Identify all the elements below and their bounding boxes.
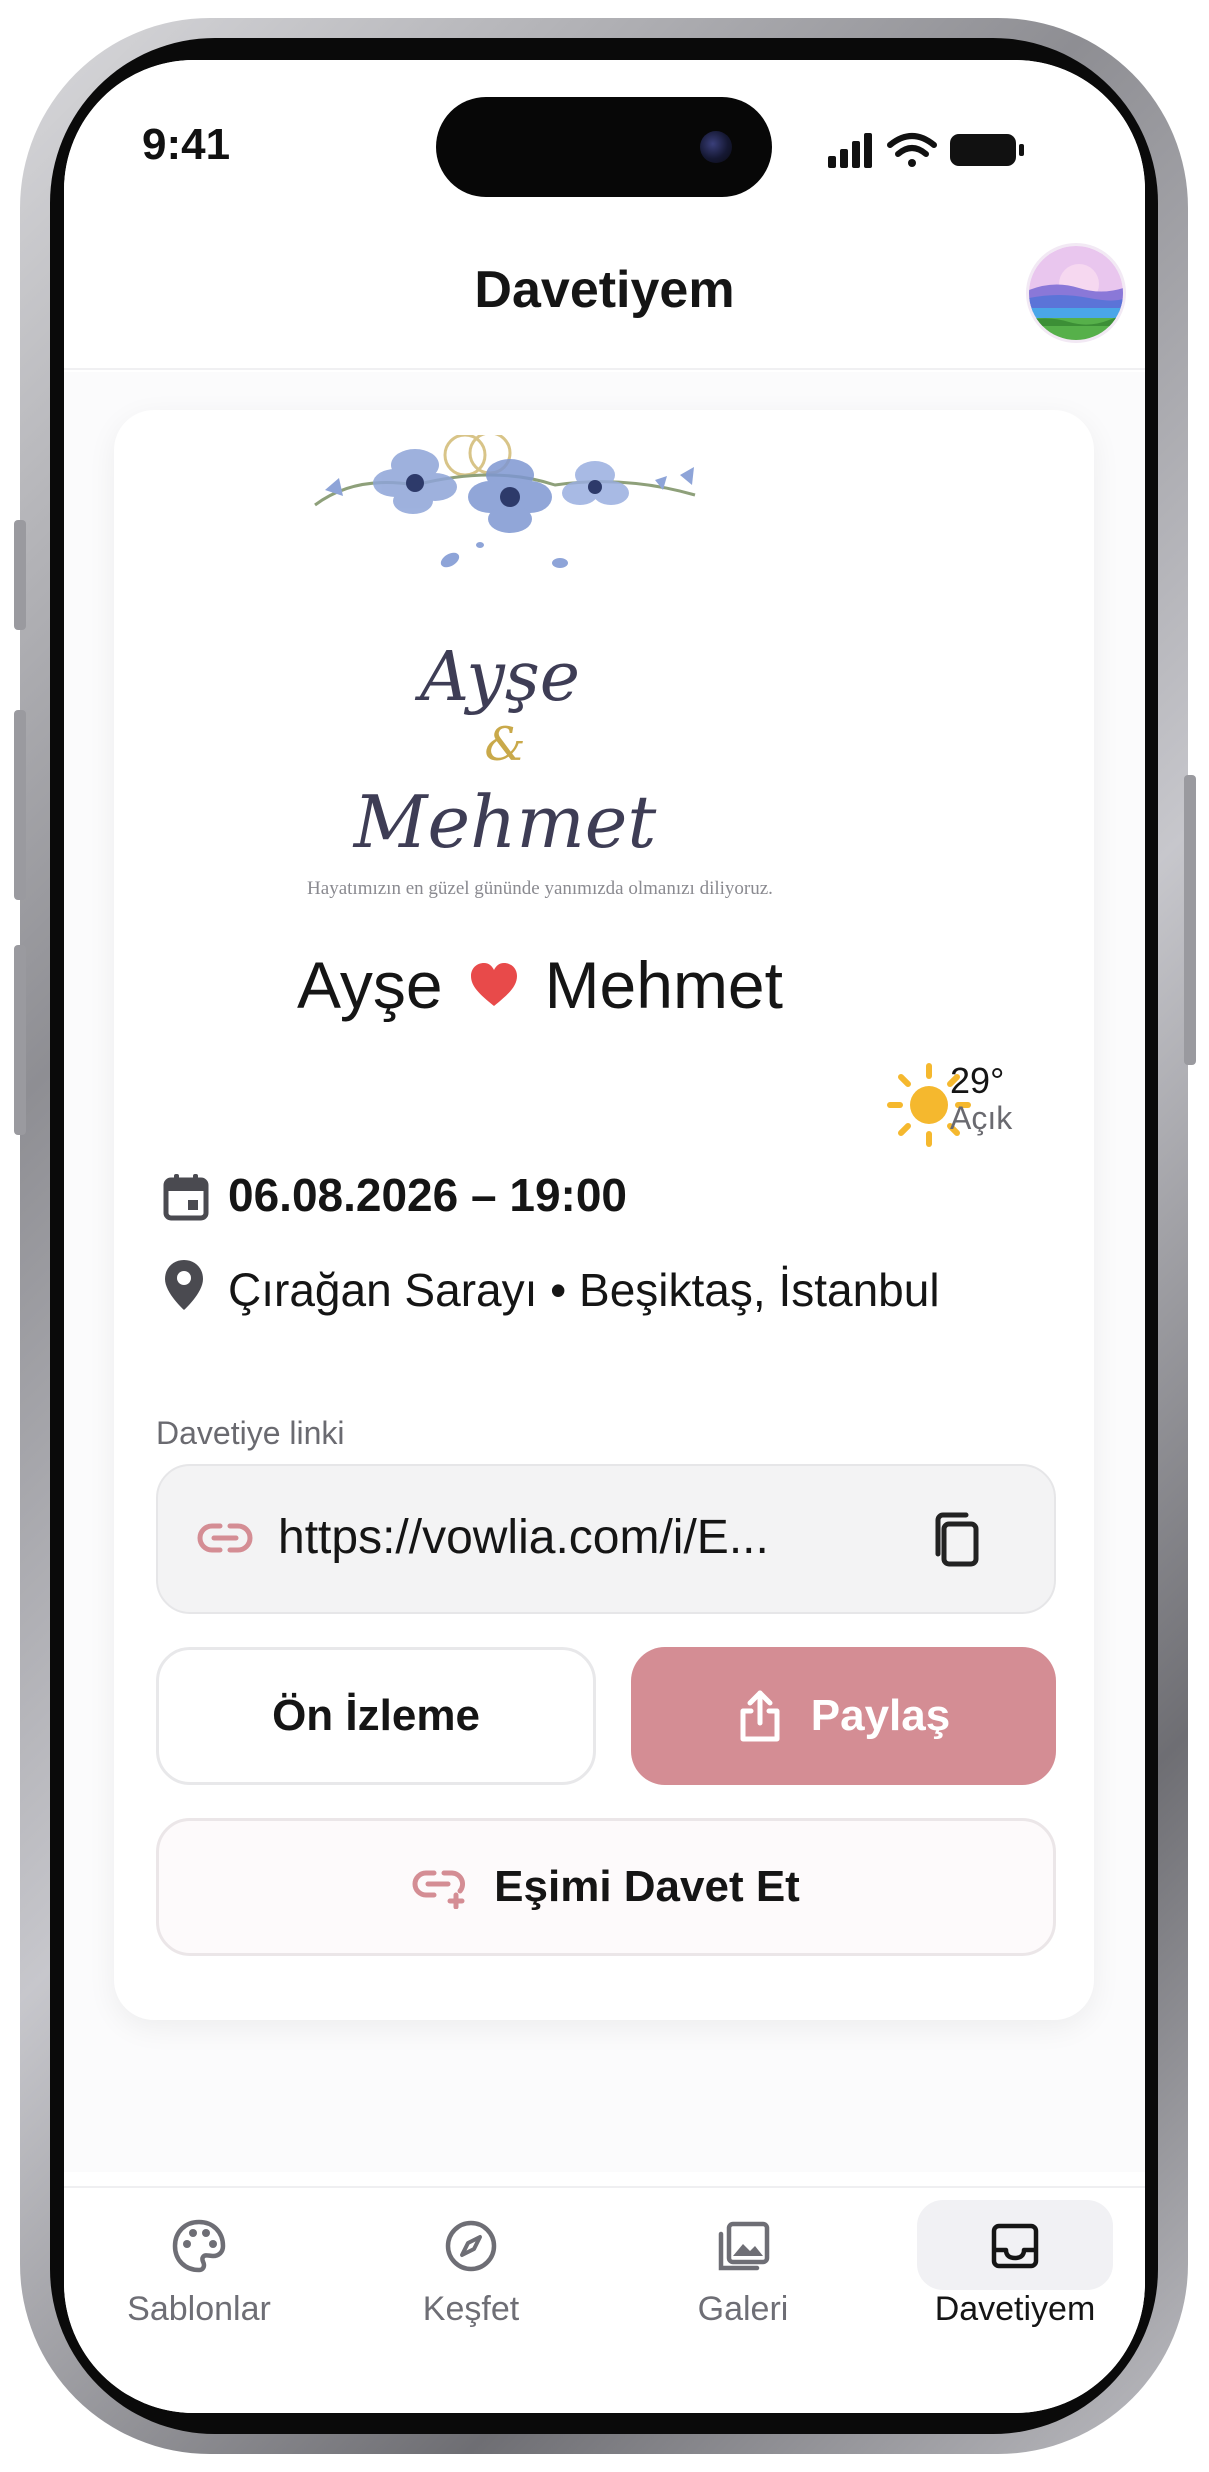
battery-icon bbox=[950, 134, 1024, 166]
gallery-icon bbox=[718, 2221, 770, 2271]
status-time: 9:41 bbox=[142, 120, 231, 169]
link-icon bbox=[197, 1523, 253, 1553]
palette-icon bbox=[172, 2219, 226, 2273]
invitation-tagline: Hayatımızın en güzel gününde yanımızda o… bbox=[307, 878, 773, 899]
couple-second-name: Mehmet bbox=[544, 948, 783, 1022]
invitation-bride-name: Ayşe bbox=[414, 638, 580, 717]
floral-decoration-icon bbox=[314, 435, 696, 568]
copy-icon[interactable] bbox=[930, 1512, 980, 1568]
invitation-artwork: Ayşe & Mehmet bbox=[314, 435, 696, 864]
camera-lens bbox=[700, 131, 732, 163]
weather-condition: Açık bbox=[950, 1100, 1013, 1136]
tab-label: Davetiyem bbox=[934, 2290, 1096, 2328]
share-button[interactable]: Paylaş bbox=[631, 1647, 1056, 1785]
tab-label: Sablonlar bbox=[127, 2290, 271, 2328]
tab-label: Galeri bbox=[697, 2290, 789, 2328]
invite-partner-button-label: Eşimi Davet Et bbox=[494, 1862, 800, 1911]
preview-button-label: Ön İzleme bbox=[272, 1691, 480, 1740]
tab-galeri[interactable]: Galeri bbox=[623, 2200, 863, 2350]
screen: Davetiyem 9:41 Ayşe & Mehmet Hayatımızın… bbox=[64, 60, 1145, 2413]
compass-icon bbox=[445, 2220, 497, 2272]
tab-kesfet[interactable]: Keşfet bbox=[351, 2200, 591, 2350]
calendar-icon bbox=[163, 1174, 209, 1221]
weather-temperature: 29° bbox=[950, 1060, 1005, 1101]
status-icons bbox=[828, 133, 1024, 168]
avatar[interactable] bbox=[1026, 243, 1126, 343]
heart-icon bbox=[470, 963, 517, 1006]
invite-partner-button[interactable]: Eşimi Davet Et bbox=[156, 1818, 1056, 1956]
tab-davetiyem[interactable]: Davetiyem bbox=[895, 2200, 1135, 2350]
invitation-groom-name: Mehmet bbox=[352, 780, 658, 864]
location-pin-icon bbox=[165, 1260, 203, 1310]
share-icon bbox=[740, 1690, 780, 1742]
event-datetime: 06.08.2026 – 19:00 bbox=[228, 1169, 628, 1221]
link-add-icon bbox=[412, 1870, 466, 1909]
link-label: Davetiye linki bbox=[156, 1415, 345, 1451]
dynamic-island bbox=[436, 97, 772, 197]
share-button-label: Paylaş bbox=[810, 1691, 951, 1740]
wifi-icon bbox=[887, 133, 937, 167]
event-location: Çırağan Sarayı • Beşiktaş, İstanbul bbox=[228, 1264, 940, 1316]
tab-label: Keşfet bbox=[422, 2290, 520, 2328]
invitation-ampersand: & bbox=[485, 717, 526, 771]
preview-button[interactable]: Ön İzleme bbox=[156, 1647, 596, 1785]
couple-title: Ayşe Mehmet bbox=[100, 940, 980, 1030]
signal-icon bbox=[828, 133, 872, 168]
page-title: Davetiyem bbox=[474, 261, 735, 319]
tab-sablonlar[interactable]: Sablonlar bbox=[79, 2200, 319, 2350]
invitation-link-url[interactable]: https://vowlia.com/i/E... bbox=[278, 1510, 838, 1565]
couple-first-name: Ayşe bbox=[297, 948, 443, 1022]
inbox-icon bbox=[991, 2223, 1039, 2269]
